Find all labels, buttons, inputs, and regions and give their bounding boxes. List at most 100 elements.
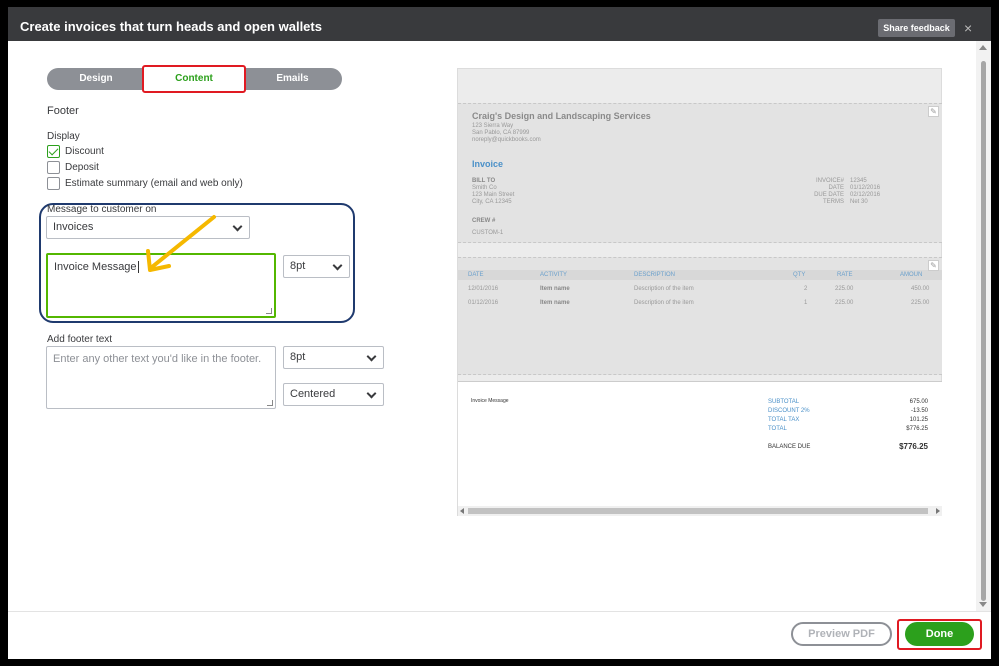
- preview-total-value: 675.00: [909, 399, 928, 405]
- dialog-vertical-scrollbar[interactable]: [976, 41, 991, 611]
- tab-design[interactable]: Design: [47, 68, 145, 90]
- message-text: Invoice Message: [54, 261, 137, 273]
- preview-scroll-thumb[interactable]: [468, 508, 928, 514]
- preview-total-label: TOTAL: [768, 426, 787, 432]
- preview-table-section[interactable]: ✎ DATE ACTIVITY DESCRIPTION QTY RATE AMO…: [458, 257, 942, 375]
- preview-col-header: RATE: [837, 272, 853, 278]
- add-footer-label: Add footer text: [47, 334, 113, 345]
- preview-table-header: [458, 270, 942, 280]
- preview-cell-date: 01/12/2016: [468, 300, 499, 306]
- preview-cell-qty: 2: [804, 286, 808, 292]
- preview-col-header: ACTIVITY: [540, 272, 568, 278]
- chevron-down-icon: [366, 351, 377, 362]
- tab-content[interactable]: Content: [142, 65, 246, 93]
- scroll-right-icon[interactable]: [936, 508, 940, 514]
- footer-placeholder: Enter any other text you'd like in the f…: [53, 353, 262, 365]
- estimate-summary-label: Estimate summary (email and web only): [65, 178, 243, 189]
- message-font-size-select[interactable]: 8pt: [283, 255, 350, 278]
- preview-cell-description: Description of the item: [634, 300, 694, 306]
- preview-cell-date: 12/01/2016: [468, 286, 499, 292]
- close-icon[interactable]: ×: [964, 19, 972, 37]
- chevron-down-icon: [332, 260, 343, 271]
- footer-alignment-value: Centered: [290, 388, 336, 400]
- preview-total-label: SUBTOTAL: [768, 399, 800, 405]
- preview-cell-description: Description of the item: [634, 286, 694, 292]
- scroll-left-icon[interactable]: [460, 508, 464, 514]
- preview-cell-rate: 225.00: [835, 286, 854, 292]
- preview-cell-activity: Item name: [540, 300, 570, 306]
- resize-handle-icon[interactable]: [266, 308, 272, 314]
- done-button[interactable]: Done: [905, 622, 974, 646]
- preview-meta-label: DATE: [828, 185, 844, 191]
- preview-cell-qty: 1: [804, 300, 808, 306]
- edit-pencil-icon[interactable]: ✎: [928, 106, 939, 117]
- footer-textarea[interactable]: Enter any other text you'd like in the f…: [46, 346, 276, 409]
- discount-label: Discount: [65, 146, 104, 157]
- resize-handle-icon[interactable]: [267, 400, 273, 406]
- preview-meta-value: Net 30: [850, 199, 868, 205]
- preview-meta-value: 12345: [850, 178, 867, 184]
- preview-meta-label: TERMS: [823, 199, 844, 205]
- edit-pencil-icon[interactable]: ✎: [928, 260, 939, 271]
- preview-total-value: $776.25: [906, 426, 928, 432]
- preview-total-label: TOTAL TAX: [768, 417, 800, 423]
- preview-meta-value: 01/12/2016: [850, 185, 881, 191]
- callout-arrow-icon: [146, 215, 216, 272]
- estimate-summary-checkbox[interactable]: [47, 177, 60, 190]
- footer-font-size-select[interactable]: 8pt: [283, 346, 384, 369]
- display-label: Display: [47, 131, 80, 142]
- preview-total-label: DISCOUNT 2%: [768, 408, 810, 414]
- preview-meta-label: INVOICE#: [815, 178, 844, 184]
- preview-total-value: -13.50: [910, 408, 928, 414]
- tab-emails[interactable]: Emails: [243, 68, 342, 90]
- preview-bill-to-line: 123 Main Street: [472, 192, 515, 198]
- title-bar: Create invoices that turn heads and open…: [8, 7, 991, 41]
- preview-col-header: DESCRIPTION: [634, 272, 676, 278]
- discount-checkbox[interactable]: [47, 145, 60, 158]
- preview-custom-label: CUSTOM-1: [472, 230, 504, 236]
- preview-company-name: Craig's Design and Landscaping Services: [472, 111, 651, 121]
- preview-bill-to-label: BILL TO: [472, 178, 496, 184]
- preview-email: noreply@quickbooks.com: [472, 137, 541, 143]
- preview-cell-rate: 225.00: [835, 300, 854, 306]
- chevron-down-icon: [232, 221, 243, 232]
- footer-alignment-select[interactable]: Centered: [283, 383, 384, 406]
- footer-font-size-value: 8pt: [290, 351, 306, 363]
- message-font-size-value: 8pt: [290, 260, 306, 272]
- preview-cell-activity: Item name: [540, 286, 570, 292]
- scroll-down-icon[interactable]: [979, 602, 987, 607]
- preview-cell-amount: 450.00: [911, 286, 930, 292]
- preview-doc-title: Invoice: [472, 159, 504, 169]
- preview-crew-label: CREW #: [472, 218, 496, 224]
- preview-address2: San Pablo, CA 87999: [472, 130, 530, 136]
- preview-bill-to-line: Smith Co: [472, 185, 497, 191]
- preview-meta-value: 02/12/2016: [850, 192, 881, 198]
- customize-invoice-dialog: Create invoices that turn heads and open…: [8, 7, 991, 659]
- footer-heading: Footer: [47, 105, 79, 117]
- share-feedback-button[interactable]: Share feedback: [878, 19, 955, 37]
- preview-total-value: 101.25: [909, 417, 928, 423]
- chevron-down-icon: [366, 388, 377, 399]
- preview-header-section[interactable]: ✎ Craig's Design and Landscaping Service…: [458, 103, 942, 243]
- preview-balance-due-label: BALANCE DUE: [768, 444, 811, 450]
- dialog-scroll-thumb[interactable]: [981, 61, 986, 601]
- deposit-label: Deposit: [65, 162, 99, 173]
- preview-col-header: AMOUN: [900, 272, 923, 278]
- preview-bill-to-line: City, CA 12345: [472, 199, 512, 205]
- dialog-title: Create invoices that turn heads and open…: [20, 19, 322, 34]
- preview-col-header: QTY: [793, 272, 806, 278]
- preview-cell-amount: 225.00: [911, 300, 930, 306]
- preview-meta-label: DUE DATE: [814, 192, 844, 198]
- invoice-preview: ✎ Craig's Design and Landscaping Service…: [457, 68, 942, 516]
- preview-balance-due-value: $776.25: [899, 442, 928, 451]
- message-type-value: Invoices: [53, 221, 94, 233]
- preview-horizontal-scrollbar[interactable]: [458, 506, 942, 516]
- tab-bar: Design Content Emails: [47, 65, 342, 93]
- preview-footer-section[interactable]: Invoice Message SUBTOTAL 675.00 DISCOUNT…: [458, 381, 942, 506]
- scroll-up-icon[interactable]: [979, 45, 987, 50]
- deposit-checkbox[interactable]: [47, 161, 60, 174]
- preview-col-header: DATE: [468, 272, 484, 278]
- preview-address1: 123 Sierra Way: [472, 123, 514, 129]
- preview-pdf-button[interactable]: Preview PDF: [791, 622, 892, 646]
- preview-message: Invoice Message: [471, 398, 509, 404]
